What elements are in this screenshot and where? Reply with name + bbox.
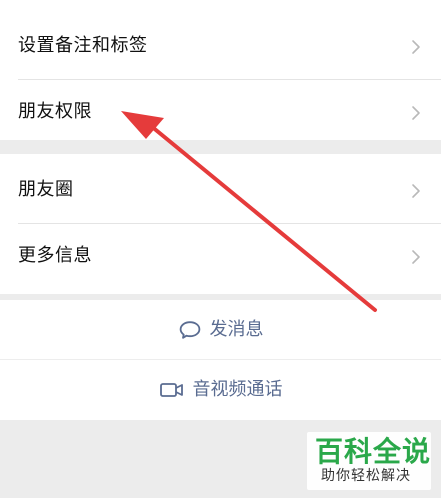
menu-item-label-friend-permissions: 朋友权限 — [18, 101, 92, 122]
settings-group-secondary: 朋友圈 更多信息 — [0, 154, 441, 294]
audio-video-call-button[interactable]: 音视频通话 — [0, 360, 441, 420]
menu-item-more-info[interactable]: 更多信息 — [0, 224, 441, 290]
menu-item-remark-tags[interactable]: 设置备注和标签 — [0, 14, 441, 80]
section-spacer — [0, 140, 441, 154]
send-message-label: 发消息 — [209, 319, 264, 340]
menu-item-label-remark-tags: 设置备注和标签 — [18, 35, 148, 56]
menu-item-friend-permissions[interactable]: 朋友权限 — [0, 80, 441, 146]
settings-group-primary: 设置备注和标签 朋友权限 — [0, 0, 441, 146]
chevron-right-icon — [412, 40, 420, 54]
watermark-badge: 百科全说 助你轻松解决 — [307, 432, 431, 490]
watermark-title: 百科全说 — [315, 435, 432, 468]
menu-item-label-moments: 朋友圈 — [18, 179, 74, 200]
chevron-right-icon — [412, 250, 420, 264]
menu-item-label-more-info: 更多信息 — [18, 245, 92, 266]
send-message-button[interactable]: 发消息 — [0, 300, 441, 360]
chevron-right-icon — [412, 106, 420, 120]
menu-item-moments[interactable]: 朋友圈 — [0, 158, 441, 224]
video-camera-icon — [159, 383, 183, 397]
chevron-right-icon — [412, 184, 420, 198]
send-message-content: 发消息 — [178, 316, 264, 344]
audio-video-call-content: 音视频通话 — [159, 376, 283, 404]
profile-options-screen: 设置备注和标签 朋友权限 朋友圈 更多信息 发消息 音视频通话 百科全说 助你轻… — [0, 0, 441, 498]
chat-bubble-icon — [179, 321, 200, 339]
watermark-subtitle: 助你轻松解决 — [321, 468, 411, 484]
audio-video-call-label: 音视频通话 — [192, 379, 283, 400]
